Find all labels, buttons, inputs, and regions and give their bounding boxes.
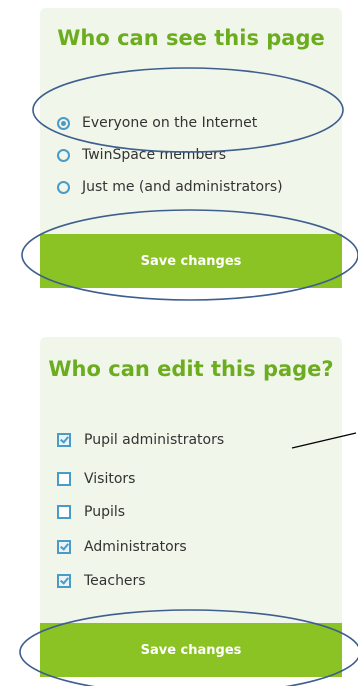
option-label: Pupils (84, 504, 126, 520)
radio-unselected-icon[interactable] (57, 180, 70, 194)
option-label: Everyone on the Internet (82, 115, 258, 131)
visibility-option-everyone[interactable]: Everyone on the Internet (57, 114, 257, 132)
radio-selected-icon[interactable] (57, 116, 70, 130)
edit-option-administrators[interactable]: Administrators (57, 538, 187, 556)
option-label: Teachers (84, 573, 146, 589)
visibility-panel: Who can see this page Everyone on the In… (40, 8, 342, 288)
visibility-panel-title: Who can see this page (57, 26, 325, 50)
edit-option-pupils[interactable]: Pupils (57, 503, 125, 521)
checkbox-unchecked-icon[interactable] (57, 472, 71, 486)
option-label: Pupil administrators (84, 432, 225, 448)
edit-option-pupil-administrators[interactable]: Pupil administrators (57, 431, 224, 449)
visibility-option-just-me[interactable]: Just me (and administrators) (57, 178, 283, 196)
edit-panel-title: Who can edit this page? (48, 357, 334, 381)
edit-option-visitors[interactable]: Visitors (57, 470, 135, 488)
visibility-option-twinspace[interactable]: TwinSpace members (57, 146, 226, 164)
save-changes-button[interactable]: Save changes (40, 623, 342, 677)
checkbox-checked-icon[interactable] (57, 433, 71, 447)
radio-unselected-icon[interactable] (57, 148, 70, 162)
save-changes-button[interactable]: Save changes (40, 234, 342, 288)
checkbox-checked-icon[interactable] (57, 574, 71, 588)
option-label: Administrators (84, 539, 187, 555)
checkbox-unchecked-icon[interactable] (57, 505, 71, 519)
checkbox-checked-icon[interactable] (57, 540, 71, 554)
edit-option-teachers[interactable]: Teachers (57, 572, 146, 590)
option-label: Visitors (84, 471, 136, 487)
option-label: Just me (and administrators) (82, 179, 283, 195)
edit-permissions-panel: Who can edit this page? Pupil administra… (40, 337, 342, 677)
option-label: TwinSpace members (82, 147, 226, 163)
